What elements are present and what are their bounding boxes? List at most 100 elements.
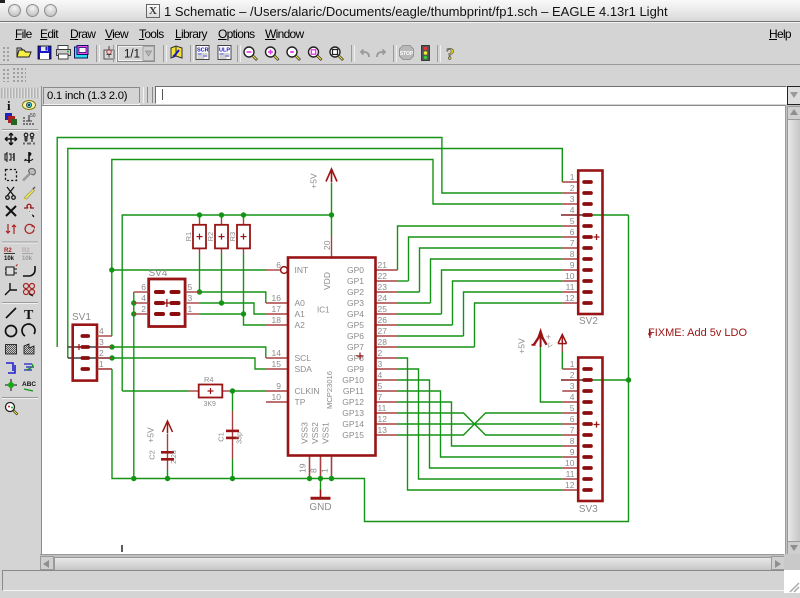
svg-text:ULP: ULP xyxy=(219,48,230,54)
svg-text:SV3: SV3 xyxy=(579,504,598,515)
svg-text:4: 4 xyxy=(570,205,575,215)
svg-text:18: 18 xyxy=(272,315,282,325)
svg-text:5: 5 xyxy=(570,216,575,226)
svg-text:23: 23 xyxy=(378,282,388,292)
svg-text:R4: R4 xyxy=(204,375,214,384)
svg-text:+5V: +5V xyxy=(517,338,527,354)
svg-text:GP12: GP12 xyxy=(342,397,364,407)
svg-text:2: 2 xyxy=(570,183,575,193)
svg-text:6: 6 xyxy=(141,282,146,292)
svg-text:+5V: +5V xyxy=(309,173,319,189)
svg-text:MCP23016: MCP23016 xyxy=(325,371,334,409)
svg-text:GP2: GP2 xyxy=(347,287,364,297)
svg-text:A1: A1 xyxy=(295,309,306,319)
svg-text:50: 50 xyxy=(30,113,36,119)
svg-text:19: 19 xyxy=(298,463,308,473)
svg-text:12: 12 xyxy=(378,414,388,424)
svg-text:2: 2 xyxy=(378,348,383,358)
svg-text:11: 11 xyxy=(378,403,387,413)
svg-text:20: 20 xyxy=(322,240,332,250)
svg-text:2: 2 xyxy=(99,348,104,358)
svg-text:24: 24 xyxy=(378,293,388,303)
svg-text:GP11: GP11 xyxy=(343,386,364,396)
svg-text:+5V: +5V xyxy=(146,427,156,443)
svg-text:VDD: VDD xyxy=(322,272,332,290)
svg-text:TP: TP xyxy=(295,397,306,407)
svg-text:GP13: GP13 xyxy=(342,408,364,418)
svg-text:3K9: 3K9 xyxy=(204,401,217,408)
svg-text:28: 28 xyxy=(378,337,388,347)
svg-text:15: 15 xyxy=(272,359,282,369)
svg-text:VSS2: VSS2 xyxy=(310,422,320,444)
svg-text:3: 3 xyxy=(12,154,15,160)
svg-text:?: ? xyxy=(446,45,455,64)
svg-text:3: 3 xyxy=(570,381,575,391)
svg-text:SV2: SV2 xyxy=(579,316,598,327)
svg-text:13: 13 xyxy=(378,425,388,435)
svg-text:6: 6 xyxy=(276,260,281,270)
svg-text:25: 25 xyxy=(378,304,388,314)
svg-text:11: 11 xyxy=(566,282,575,292)
svg-text:GP3: GP3 xyxy=(347,298,364,308)
svg-text:3: 3 xyxy=(378,359,383,369)
svg-text:GP9: GP9 xyxy=(347,364,364,374)
svg-text:GP4: GP4 xyxy=(347,309,364,319)
svg-text:4: 4 xyxy=(141,293,146,303)
svg-text:R3: R3 xyxy=(228,232,237,242)
svg-text:5: 5 xyxy=(378,381,383,391)
svg-text:9: 9 xyxy=(570,447,575,457)
svg-text:2: 2 xyxy=(570,370,575,380)
svg-text:9: 9 xyxy=(276,381,281,391)
svg-text:2: 2 xyxy=(141,304,146,314)
svg-text:7: 7 xyxy=(378,392,383,402)
svg-text:GP8: GP8 xyxy=(347,353,364,363)
svg-text:10k: 10k xyxy=(4,256,15,262)
svg-text:i: i xyxy=(7,98,11,113)
svg-text:GP15: GP15 xyxy=(342,430,364,440)
svg-text:1: 1 xyxy=(570,359,575,369)
svg-text:27: 27 xyxy=(378,326,388,336)
svg-text:4: 4 xyxy=(570,392,575,402)
svg-text:CLKIN: CLKIN xyxy=(295,386,320,396)
svg-text:14: 14 xyxy=(272,348,282,358)
svg-text:GP7: GP7 xyxy=(347,342,364,352)
svg-text:IC1: IC1 xyxy=(317,306,330,315)
svg-text:22: 22 xyxy=(378,271,388,281)
svg-text:5: 5 xyxy=(188,282,193,292)
svg-text:GND: GND xyxy=(309,502,331,513)
svg-text:3: 3 xyxy=(570,194,575,204)
svg-text:INT: INT xyxy=(295,265,309,275)
svg-text:10k: 10k xyxy=(22,256,33,262)
svg-text:11: 11 xyxy=(566,469,575,479)
svg-text:R2: R2 xyxy=(206,232,215,242)
svg-text:A0: A0 xyxy=(295,298,306,308)
svg-text:GP5: GP5 xyxy=(347,320,364,330)
svg-text:1: 1 xyxy=(570,172,575,182)
svg-text:12: 12 xyxy=(565,480,575,490)
svg-text:7: 7 xyxy=(570,425,575,435)
svg-text:5: 5 xyxy=(570,403,575,413)
svg-text:1: 1 xyxy=(188,304,193,314)
svg-text:8: 8 xyxy=(309,468,319,473)
svg-text:C2: C2 xyxy=(148,450,157,460)
svg-text:VSS3: VSS3 xyxy=(300,422,310,444)
svg-text:GP1: GP1 xyxy=(347,276,364,286)
svg-text:26: 26 xyxy=(378,315,388,325)
svg-text:GP10: GP10 xyxy=(342,375,364,385)
svg-text:FIXME: Add 5v LDO: FIXME: Add 5v LDO xyxy=(648,327,747,339)
svg-text:9: 9 xyxy=(570,260,575,270)
svg-text:T: T xyxy=(24,308,34,323)
svg-text:SCR: SCR xyxy=(197,48,209,54)
svg-text:SV4: SV4 xyxy=(149,268,168,279)
svg-text:7: 7 xyxy=(570,238,575,248)
svg-text:10: 10 xyxy=(565,271,575,281)
svg-text:16: 16 xyxy=(272,293,282,303)
svg-text:1: 1 xyxy=(320,468,330,473)
svg-text:3: 3 xyxy=(99,337,104,347)
svg-text:C1: C1 xyxy=(217,432,226,442)
svg-text:A2: A2 xyxy=(295,320,306,330)
svg-text:8: 8 xyxy=(570,436,575,446)
svg-text:SCL: SCL xyxy=(295,353,312,363)
svg-text:6: 6 xyxy=(570,414,575,424)
svg-text:+: + xyxy=(546,331,551,341)
